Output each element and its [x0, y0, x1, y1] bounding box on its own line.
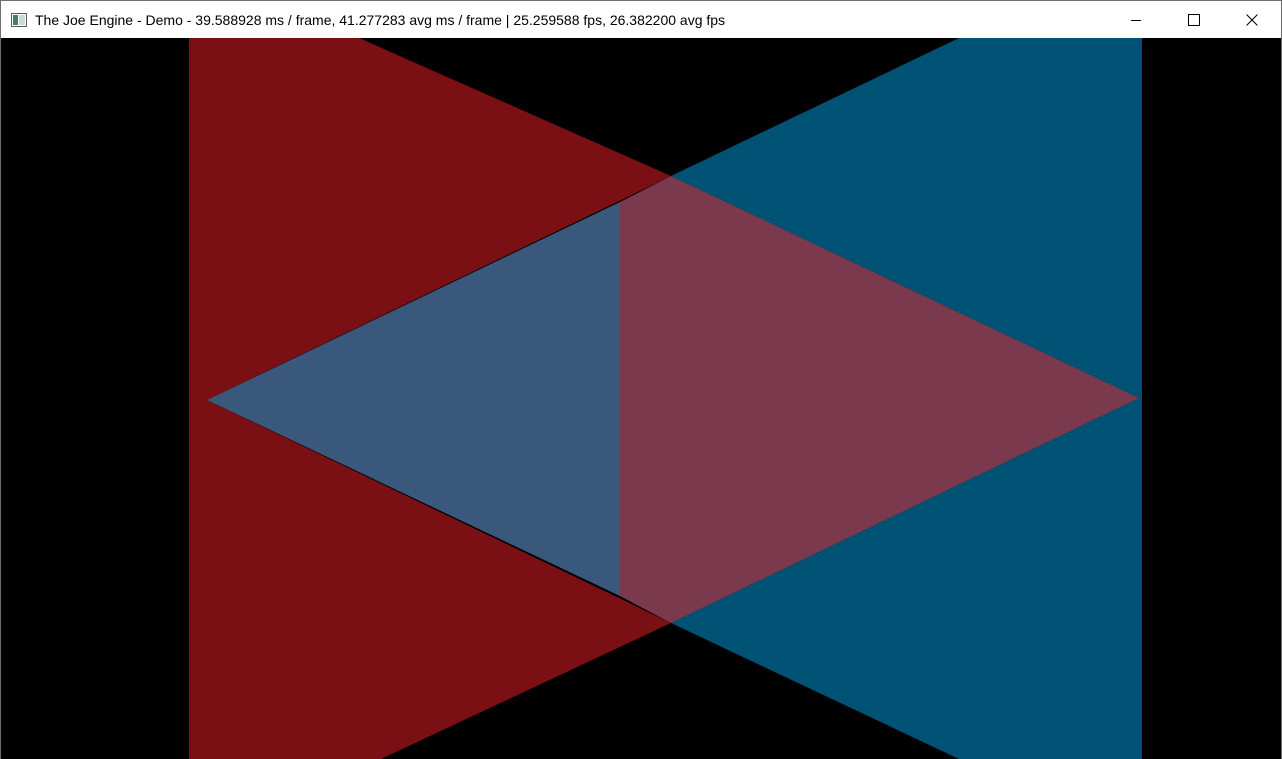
- window-controls: [1107, 1, 1281, 38]
- minimize-icon: [1131, 19, 1141, 21]
- close-button[interactable]: [1223, 1, 1281, 38]
- maximize-button[interactable]: [1165, 1, 1223, 38]
- render-viewport[interactable]: [1, 38, 1281, 759]
- app-window: The Joe Engine - Demo - 39.588928 ms / f…: [0, 0, 1282, 759]
- window-title: The Joe Engine - Demo - 39.588928 ms / f…: [35, 11, 726, 28]
- close-icon: [1246, 13, 1258, 26]
- scene-canvas: [1, 38, 1281, 759]
- maximize-icon: [1188, 13, 1200, 26]
- title-bar[interactable]: The Joe Engine - Demo - 39.588928 ms / f…: [1, 1, 1281, 38]
- app-icon: [11, 12, 27, 27]
- minimize-button[interactable]: [1107, 1, 1165, 38]
